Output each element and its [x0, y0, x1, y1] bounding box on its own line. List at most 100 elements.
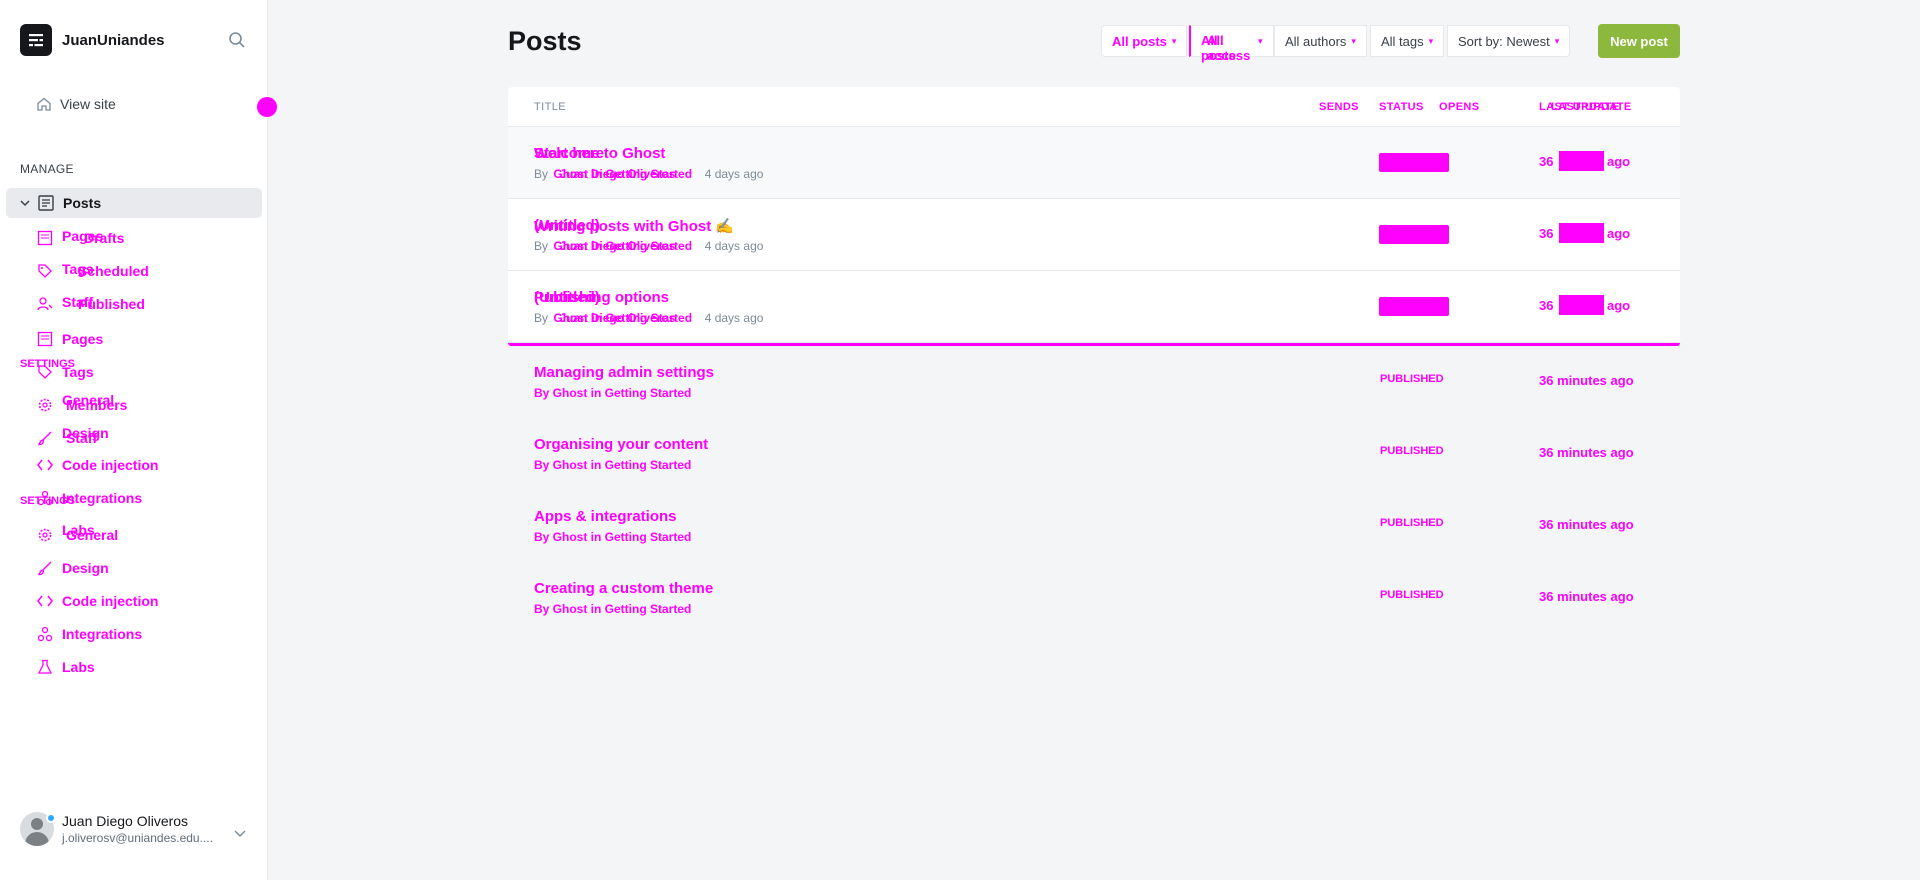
new-post-button[interactable]: New post [1598, 24, 1680, 58]
brush-icon [36, 559, 54, 577]
filter-tags-label: All tags [1381, 33, 1424, 49]
pages-icon [36, 229, 54, 247]
post-meta: By Ghost in Getting Started [534, 602, 692, 616]
user-email: j.oliverosv@uniandes.edu.... [62, 831, 213, 845]
brush-icon [36, 429, 54, 447]
sidebar-item-pages-label: Pages [62, 331, 104, 347]
magenta-dot [257, 97, 277, 117]
updated-redaction [1559, 223, 1604, 243]
post-title-b: (Untitled) [534, 289, 600, 306]
col-opens: OPENS [1439, 101, 1480, 113]
sidebar-item-pages[interactable]: Pages [36, 328, 103, 350]
page-title: Posts [508, 26, 582, 56]
sidebar-item-code-injection[interactable]: Code injection [36, 590, 158, 612]
post-meta: By Ghost in Getting Started Juan Diego O… [534, 311, 763, 325]
updated-number: 36 [1539, 226, 1554, 241]
post-title: Managing admin settings [534, 364, 715, 381]
table-row[interactable]: Creating a custom theme By Ghost in Gett… [508, 562, 1680, 634]
notification-dot [46, 813, 56, 823]
sidebar-item-labs[interactable]: Labs [36, 656, 95, 678]
code-icon [36, 456, 54, 474]
meta-ago: 4 days ago [704, 311, 764, 325]
sidebar-item-design-label: Design [62, 560, 109, 576]
sidebar-item-integrations-upper[interactable]: Integrations [36, 487, 142, 509]
sidebar-item-members-label: Members [66, 397, 128, 413]
sidebar-item-posts[interactable]: Posts [6, 188, 262, 218]
ghost-staff-label: Staff [62, 294, 94, 310]
ghost-tags-label: Tags [62, 261, 94, 277]
filter-authors-label: All authors [1285, 33, 1347, 49]
status-badge: PUBLISHED [1380, 517, 1444, 529]
post-meta: By Ghost in Getting Started [534, 386, 692, 400]
sidebar-item-staff[interactable]: Staff [36, 427, 97, 449]
post-title: Apps & integrations [534, 508, 677, 525]
table-row[interactable]: Organising your content By Ghost in Gett… [508, 418, 1680, 490]
sidebar-item-design[interactable]: Design [36, 557, 109, 579]
sidebar-item-published[interactable]: Staff Published [36, 293, 145, 315]
status-badge: PUBLISHED [1380, 589, 1444, 601]
tag-icon [36, 262, 54, 280]
home-icon [37, 97, 51, 111]
post-title: Organising your content [534, 436, 709, 453]
sidebar-item-general-label: General [66, 527, 119, 543]
post-meta: By Ghost in Getting Started [534, 530, 692, 544]
search-icon[interactable] [228, 31, 246, 49]
sidebar-item-staff-label: Staff [66, 430, 98, 446]
status-badge: PUBLISHED [1380, 373, 1444, 385]
status-badge: PUBLISHED [1380, 445, 1444, 457]
code-icon [36, 592, 54, 610]
meta-ago: 4 days ago [704, 167, 764, 181]
filter-access-label-b: All access [1207, 33, 1251, 63]
view-site-link[interactable]: View site [36, 96, 116, 112]
sidebar-item-tags[interactable]: Tags [36, 361, 94, 383]
brand[interactable]: JuanUniandes [20, 24, 165, 56]
chevron-down-icon: ▾ [1428, 35, 1434, 46]
chevron-down-icon[interactable] [233, 826, 247, 840]
filter-type-select[interactable]: All posts ▾ [1101, 25, 1188, 57]
staff-icon [36, 295, 54, 313]
filter-tags-select[interactable]: All tags ▾ [1370, 25, 1445, 57]
filter-authors-select[interactable]: All authors ▾ [1274, 25, 1367, 57]
table-row[interactable]: Welcome to Ghost Start here By Ghost in … [508, 127, 1680, 199]
col-status: STATUS [1379, 101, 1424, 113]
filter-type-label: All posts [1112, 33, 1167, 49]
meta-by: By [534, 167, 549, 181]
sidebar-item-general[interactable]: General [36, 524, 118, 546]
post-title-b: Start here [534, 145, 605, 162]
updated-time: 36 minutes ago [1539, 517, 1634, 532]
table-row[interactable]: Publishing options (Untitled) By Ghost i… [508, 271, 1680, 343]
post-meta: By Ghost in Getting Started Juan Diego O… [534, 239, 763, 253]
sidebar-item-drafts[interactable]: Pages Drafts [36, 227, 124, 249]
table-row[interactable]: Managing admin settings By Ghost in Gett… [508, 346, 1680, 418]
posts-table: TITLE SENDS STATUS OPENS LAST UPDATE LAS… [508, 87, 1680, 634]
updated-ago: ago [1607, 226, 1631, 241]
sidebar-item-scheduled[interactable]: Tags Scheduled [36, 260, 149, 282]
post-title: Creating a custom theme [534, 580, 714, 597]
table-row[interactable]: Apps & integrations By Ghost in Getting … [508, 490, 1680, 562]
view-site-label: View site [60, 96, 116, 112]
sidebar-item-integrations-upper-label: Integrations [62, 490, 143, 506]
table-row[interactable]: Writing posts with Ghost ✍️ (Untitled) B… [508, 199, 1680, 271]
updated-time: 36 minutes ago [1539, 445, 1634, 460]
updated-redaction [1559, 295, 1604, 315]
updated-ago: ago [1607, 298, 1631, 313]
meta-ago: 4 days ago [704, 239, 764, 253]
sidebar-item-code-injection-upper[interactable]: Code injection [36, 454, 158, 476]
status-badge [1379, 297, 1449, 316]
ghost-logo-icon [20, 24, 52, 56]
updated-ago: ago [1607, 154, 1631, 169]
sidebar-item-integrations-label: Integrations [62, 626, 143, 642]
col-sends: SENDS [1319, 101, 1359, 113]
manage-heading: MANAGE [20, 162, 74, 176]
meta-author-b: Juan Diego Oliveros [559, 167, 676, 181]
sidebar-item-members[interactable]: Members [36, 394, 127, 416]
sort-label: Sort by: Newest [1458, 33, 1550, 49]
sidebar-item-posts-label: Posts [63, 195, 102, 211]
filter-access-select[interactable]: All posts All access ▾ [1189, 25, 1274, 63]
updated-time: 36 minutes ago [1539, 589, 1634, 604]
sort-select[interactable]: Sort by: Newest ▾ [1447, 25, 1571, 57]
sidebar-item-integrations[interactable]: Integrations [36, 623, 142, 645]
chevron-down-icon: ▾ [1258, 35, 1263, 46]
pages-icon [36, 330, 54, 348]
status-badge [1379, 225, 1449, 244]
